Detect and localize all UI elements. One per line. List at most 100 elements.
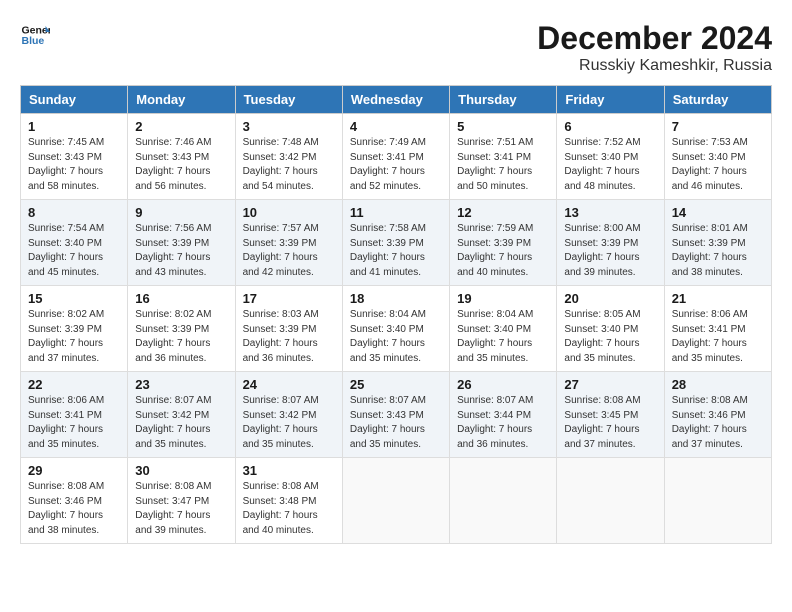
table-cell: [664, 458, 771, 544]
table-cell: 17 Sunrise: 8:03 AMSunset: 3:39 PMDaylig…: [235, 286, 342, 372]
table-cell: 25 Sunrise: 8:07 AMSunset: 3:43 PMDaylig…: [342, 372, 449, 458]
table-cell: 2 Sunrise: 7:46 AMSunset: 3:43 PMDayligh…: [128, 114, 235, 200]
table-cell: 10 Sunrise: 7:57 AMSunset: 3:39 PMDaylig…: [235, 200, 342, 286]
table-cell: [557, 458, 664, 544]
day-number: 22: [28, 377, 120, 392]
table-cell: 15 Sunrise: 8:02 AMSunset: 3:39 PMDaylig…: [21, 286, 128, 372]
day-info: Sunrise: 8:02 AMSunset: 3:39 PMDaylight:…: [28, 309, 104, 364]
day-info: Sunrise: 8:07 AMSunset: 3:43 PMDaylight:…: [350, 395, 426, 450]
col-wednesday: Wednesday: [342, 86, 449, 114]
table-cell: 3 Sunrise: 7:48 AMSunset: 3:42 PMDayligh…: [235, 114, 342, 200]
table-cell: 19 Sunrise: 8:04 AMSunset: 3:40 PMDaylig…: [450, 286, 557, 372]
day-number: 6: [564, 119, 656, 134]
table-cell: 4 Sunrise: 7:49 AMSunset: 3:41 PMDayligh…: [342, 114, 449, 200]
day-number: 20: [564, 291, 656, 306]
day-info: Sunrise: 7:57 AMSunset: 3:39 PMDaylight:…: [243, 223, 319, 278]
day-number: 10: [243, 205, 335, 220]
day-info: Sunrise: 8:08 AMSunset: 3:46 PMDaylight:…: [672, 395, 748, 450]
day-info: Sunrise: 8:07 AMSunset: 3:42 PMDaylight:…: [243, 395, 319, 450]
table-cell: 16 Sunrise: 8:02 AMSunset: 3:39 PMDaylig…: [128, 286, 235, 372]
day-info: Sunrise: 7:54 AMSunset: 3:40 PMDaylight:…: [28, 223, 104, 278]
table-cell: 27 Sunrise: 8:08 AMSunset: 3:45 PMDaylig…: [557, 372, 664, 458]
day-info: Sunrise: 8:04 AMSunset: 3:40 PMDaylight:…: [457, 309, 533, 364]
table-cell: [450, 458, 557, 544]
table-cell: 30 Sunrise: 8:08 AMSunset: 3:47 PMDaylig…: [128, 458, 235, 544]
day-number: 7: [672, 119, 764, 134]
day-number: 9: [135, 205, 227, 220]
day-number: 4: [350, 119, 442, 134]
table-cell: 13 Sunrise: 8:00 AMSunset: 3:39 PMDaylig…: [557, 200, 664, 286]
table-cell: 29 Sunrise: 8:08 AMSunset: 3:46 PMDaylig…: [21, 458, 128, 544]
table-cell: 7 Sunrise: 7:53 AMSunset: 3:40 PMDayligh…: [664, 114, 771, 200]
day-info: Sunrise: 8:05 AMSunset: 3:40 PMDaylight:…: [564, 309, 640, 364]
table-cell: 20 Sunrise: 8:05 AMSunset: 3:40 PMDaylig…: [557, 286, 664, 372]
logo: General Blue: [20, 20, 50, 50]
col-thursday: Thursday: [450, 86, 557, 114]
day-info: Sunrise: 7:53 AMSunset: 3:40 PMDaylight:…: [672, 137, 748, 192]
day-info: Sunrise: 7:46 AMSunset: 3:43 PMDaylight:…: [135, 137, 211, 192]
calendar-header-row: Sunday Monday Tuesday Wednesday Thursday…: [21, 86, 772, 114]
day-info: Sunrise: 7:59 AMSunset: 3:39 PMDaylight:…: [457, 223, 533, 278]
day-number: 21: [672, 291, 764, 306]
table-cell: 31 Sunrise: 8:08 AMSunset: 3:48 PMDaylig…: [235, 458, 342, 544]
day-info: Sunrise: 7:56 AMSunset: 3:39 PMDaylight:…: [135, 223, 211, 278]
day-number: 11: [350, 205, 442, 220]
day-info: Sunrise: 8:07 AMSunset: 3:44 PMDaylight:…: [457, 395, 533, 450]
day-number: 19: [457, 291, 549, 306]
calendar-row-2: 8 Sunrise: 7:54 AMSunset: 3:40 PMDayligh…: [21, 200, 772, 286]
day-number: 2: [135, 119, 227, 134]
col-friday: Friday: [557, 86, 664, 114]
day-number: 25: [350, 377, 442, 392]
col-monday: Monday: [128, 86, 235, 114]
day-number: 5: [457, 119, 549, 134]
table-cell: 28 Sunrise: 8:08 AMSunset: 3:46 PMDaylig…: [664, 372, 771, 458]
col-saturday: Saturday: [664, 86, 771, 114]
table-cell: 12 Sunrise: 7:59 AMSunset: 3:39 PMDaylig…: [450, 200, 557, 286]
day-number: 8: [28, 205, 120, 220]
day-info: Sunrise: 8:02 AMSunset: 3:39 PMDaylight:…: [135, 309, 211, 364]
title-block: December 2024 Russkiy Kameshkir, Russia: [537, 20, 772, 75]
day-number: 30: [135, 463, 227, 478]
day-number: 13: [564, 205, 656, 220]
table-cell: 23 Sunrise: 8:07 AMSunset: 3:42 PMDaylig…: [128, 372, 235, 458]
day-number: 17: [243, 291, 335, 306]
table-cell: [342, 458, 449, 544]
table-cell: 11 Sunrise: 7:58 AMSunset: 3:39 PMDaylig…: [342, 200, 449, 286]
day-info: Sunrise: 8:00 AMSunset: 3:39 PMDaylight:…: [564, 223, 640, 278]
day-number: 14: [672, 205, 764, 220]
day-number: 29: [28, 463, 120, 478]
day-info: Sunrise: 7:52 AMSunset: 3:40 PMDaylight:…: [564, 137, 640, 192]
day-info: Sunrise: 8:08 AMSunset: 3:46 PMDaylight:…: [28, 481, 104, 536]
day-info: Sunrise: 7:45 AMSunset: 3:43 PMDaylight:…: [28, 137, 104, 192]
day-number: 28: [672, 377, 764, 392]
table-cell: 24 Sunrise: 8:07 AMSunset: 3:42 PMDaylig…: [235, 372, 342, 458]
day-info: Sunrise: 8:03 AMSunset: 3:39 PMDaylight:…: [243, 309, 319, 364]
day-number: 3: [243, 119, 335, 134]
day-info: Sunrise: 8:06 AMSunset: 3:41 PMDaylight:…: [672, 309, 748, 364]
calendar-row-4: 22 Sunrise: 8:06 AMSunset: 3:41 PMDaylig…: [21, 372, 772, 458]
day-number: 18: [350, 291, 442, 306]
day-info: Sunrise: 8:08 AMSunset: 3:48 PMDaylight:…: [243, 481, 319, 536]
page-header: General Blue December 2024 Russkiy Kames…: [20, 20, 772, 75]
day-number: 26: [457, 377, 549, 392]
day-number: 12: [457, 205, 549, 220]
day-info: Sunrise: 8:07 AMSunset: 3:42 PMDaylight:…: [135, 395, 211, 450]
svg-text:Blue: Blue: [22, 35, 45, 47]
logo-icon: General Blue: [20, 20, 50, 50]
table-cell: 22 Sunrise: 8:06 AMSunset: 3:41 PMDaylig…: [21, 372, 128, 458]
col-sunday: Sunday: [21, 86, 128, 114]
calendar-row-3: 15 Sunrise: 8:02 AMSunset: 3:39 PMDaylig…: [21, 286, 772, 372]
day-number: 16: [135, 291, 227, 306]
day-number: 27: [564, 377, 656, 392]
table-cell: 1 Sunrise: 7:45 AMSunset: 3:43 PMDayligh…: [21, 114, 128, 200]
day-info: Sunrise: 8:06 AMSunset: 3:41 PMDaylight:…: [28, 395, 104, 450]
table-cell: 8 Sunrise: 7:54 AMSunset: 3:40 PMDayligh…: [21, 200, 128, 286]
table-cell: 21 Sunrise: 8:06 AMSunset: 3:41 PMDaylig…: [664, 286, 771, 372]
day-number: 1: [28, 119, 120, 134]
table-cell: 14 Sunrise: 8:01 AMSunset: 3:39 PMDaylig…: [664, 200, 771, 286]
table-cell: 6 Sunrise: 7:52 AMSunset: 3:40 PMDayligh…: [557, 114, 664, 200]
day-info: Sunrise: 8:08 AMSunset: 3:45 PMDaylight:…: [564, 395, 640, 450]
calendar-table: Sunday Monday Tuesday Wednesday Thursday…: [20, 85, 772, 544]
month-title: December 2024: [537, 20, 772, 57]
day-number: 15: [28, 291, 120, 306]
